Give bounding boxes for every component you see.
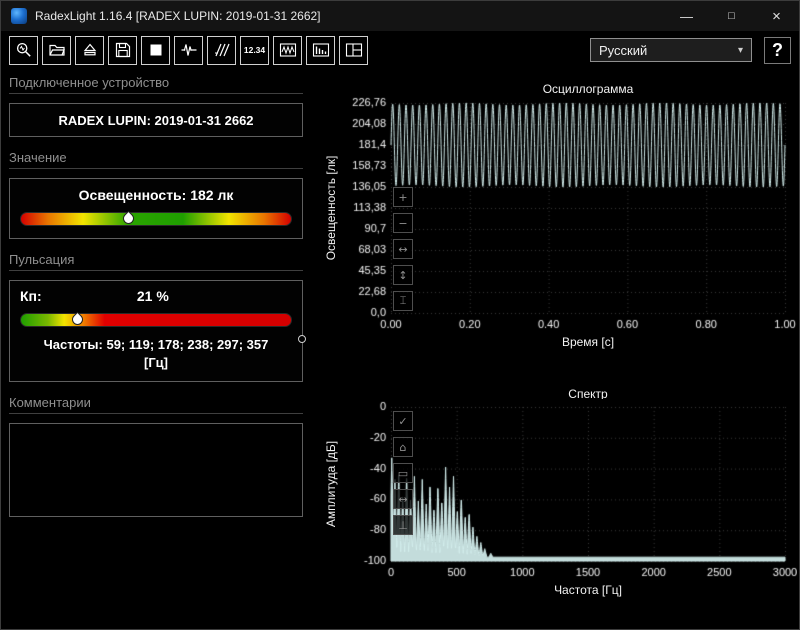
spectrum-xlabel: Частота [Гц] (554, 583, 622, 597)
app-window: RadexLight 1.16.4 [RADEX LUPIN: 2019-01-… (0, 0, 800, 630)
waveform-icon (181, 44, 196, 56)
panel-splitter-handle[interactable] (298, 335, 306, 343)
layout-panels-icon (345, 43, 362, 57)
oscillogram-plot (347, 95, 797, 347)
oscillogram-fit-horizontal-button[interactable]: ↔ (393, 239, 413, 259)
device-name-box: RADEX LUPIN: 2019-01-31 2662 (9, 103, 303, 137)
frequencies-label: Частоты: (43, 337, 103, 352)
window-controls: — □ × (664, 1, 799, 31)
spectrum-fit-horizontal-button[interactable]: ↔ (393, 489, 413, 509)
spectrum-reset-view-button[interactable]: ⌂ (393, 437, 413, 457)
spectrum-select-button[interactable]: ✓ (393, 411, 413, 431)
comments-section-title: Комментарии (9, 395, 303, 415)
spectrum-bars-icon (312, 43, 329, 57)
oscillogram-zoom-in-button[interactable]: + (393, 187, 413, 207)
left-panel: Подключенное устройство RADEX LUPIN: 201… (9, 75, 303, 518)
illuminance-reading: Освещенность: 182 лк (78, 187, 234, 203)
close-button[interactable]: × (754, 1, 799, 31)
continuous-record-button[interactable] (207, 35, 236, 65)
numeric-display-button[interactable]: 12.34 (240, 35, 269, 65)
stop-square-icon (150, 44, 161, 56)
spectrum-zoom-box-button[interactable]: ▭ (393, 463, 413, 483)
open-folder-icon (48, 44, 65, 56)
frequencies-line: Частоты: 59; 119; 178; 238; 297; 357 [Гц… (20, 336, 292, 371)
spectrum-baseline-button[interactable]: ⊥ (393, 515, 413, 535)
oscillogram-panel-icon (279, 43, 296, 57)
layout-view-button[interactable] (339, 35, 368, 65)
oscillogram-view-button[interactable] (273, 35, 302, 65)
illuminance-scale-bar (20, 210, 292, 227)
value-section-title: Значение (9, 150, 303, 169)
language-dropdown[interactable]: Русский ▾ (590, 38, 752, 62)
single-record-button[interactable] (174, 35, 203, 65)
spectrum-view-button[interactable] (306, 35, 335, 65)
multi-wave-icon (214, 43, 230, 57)
spectrum-plot (347, 399, 797, 595)
illuminance-marker (120, 210, 137, 227)
language-selected-value: Русский (599, 42, 648, 58)
oscillogram-title: Осциллограмма (542, 82, 634, 96)
kp-value: 21 % (136, 288, 169, 304)
window-title: RadexLight 1.16.4 [RADEX LUPIN: 2019-01-… (35, 9, 321, 23)
frequencies-value: 59; 119; 178; 238; 297; 357 [Гц] (106, 337, 269, 370)
save-floppy-icon (115, 42, 130, 58)
kp-scale-bar (20, 311, 292, 328)
comments-input[interactable] (9, 423, 303, 518)
eject-icon (83, 43, 96, 56)
minimize-button[interactable]: — (664, 1, 709, 31)
toolbar: 12.34 Русский ▾ ? (1, 31, 799, 69)
app-icon (11, 8, 27, 24)
eject-device-button[interactable] (75, 35, 104, 65)
spectrum-toolbar: ✓ ⌂ ▭ ↔ ⊥ (393, 411, 413, 535)
save-button[interactable] (108, 35, 137, 65)
maximize-button[interactable]: □ (709, 1, 754, 31)
oscillogram-ylabel: Освещенность [лк] (324, 155, 338, 261)
pulsation-box: Кп: 21 % Частоты: 59; 119; 178; 238; 297… (9, 280, 303, 383)
pulsation-section-title: Пульсация (9, 252, 303, 271)
magnifier-icon (16, 42, 31, 57)
spectrum-ylabel: Амплитуда [дБ] (324, 440, 338, 528)
title-bar: RadexLight 1.16.4 [RADEX LUPIN: 2019-01-… (1, 1, 799, 31)
oscillogram-xlabel: Время [с] (561, 335, 615, 349)
oscillogram-zoom-out-button[interactable]: − (393, 213, 413, 233)
open-file-button[interactable] (42, 35, 71, 65)
device-name: RADEX LUPIN: 2019-01-31 2662 (58, 112, 254, 128)
help-button[interactable]: ? (764, 36, 791, 64)
kp-marker (69, 311, 85, 328)
chevron-down-icon: ▾ (737, 44, 743, 56)
oscillogram-toolbar: + − ↔ ↕ ⌶ (393, 187, 413, 311)
numeric-display-label: 12.34 (243, 45, 266, 55)
oscillogram-fit-vertical-button[interactable]: ↕ (393, 265, 413, 285)
oscillogram-cursor-button[interactable]: ⌶ (393, 291, 413, 311)
device-section-title: Подключенное устройство (9, 75, 303, 94)
stop-button[interactable] (141, 35, 170, 65)
scan-device-button[interactable] (9, 35, 38, 65)
illuminance-box: Освещенность: 182 лк (9, 178, 303, 239)
